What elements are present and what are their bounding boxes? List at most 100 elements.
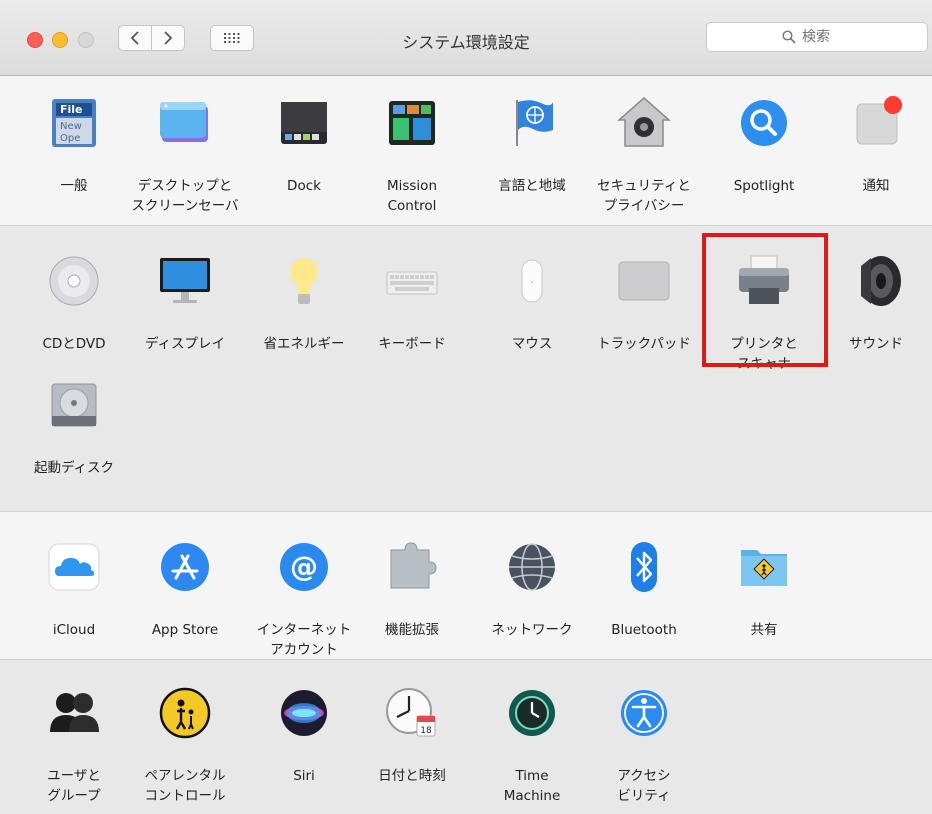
pane-label: ペアレンタル コントロール xyxy=(144,768,226,804)
keyboard-icon xyxy=(386,271,438,295)
svg-text:Ope: Ope xyxy=(60,133,80,144)
pane-dock[interactable]: Dock xyxy=(248,94,360,214)
globe-icon xyxy=(509,543,555,591)
clock-calendar-icon: 18 xyxy=(386,688,436,737)
siri-icon xyxy=(281,690,327,736)
search-icon xyxy=(782,30,796,44)
disc-icon xyxy=(49,256,99,306)
pane-label: 日付と時刻 xyxy=(378,768,446,784)
pane-label: 共有 xyxy=(750,622,778,638)
pane-label: マウス xyxy=(511,336,553,352)
internet-section: iCloud App Store @ インターネット アカウント 機能拡張 ネッ… xyxy=(0,511,932,659)
svg-text:@: @ xyxy=(290,550,318,583)
pane-label: Spotlight xyxy=(733,178,795,194)
svg-text:18: 18 xyxy=(420,726,432,736)
pane-energy-saver[interactable]: 省エネルギー xyxy=(248,252,360,372)
pane-desktop-screensaver[interactable]: デスクトップと スクリーンセーバ xyxy=(129,94,241,214)
pane-icloud[interactable]: iCloud xyxy=(18,538,130,658)
accessibility-icon xyxy=(621,690,667,736)
pane-label: 通知 xyxy=(862,178,890,194)
pane-label: Siri xyxy=(293,768,315,784)
pane-label: 一般 xyxy=(60,178,88,194)
pane-app-store[interactable]: App Store xyxy=(129,538,241,658)
pane-security-privacy[interactable]: セキュリティと プライバシー xyxy=(588,94,700,214)
magnifier-icon xyxy=(741,100,787,146)
pane-label: デスクトップと スクリーンセーバ xyxy=(131,178,239,214)
display-icon xyxy=(160,258,210,303)
search-field[interactable] xyxy=(706,22,928,52)
pane-label: Mission Control xyxy=(386,178,438,214)
pane-bluetooth[interactable]: Bluetooth xyxy=(588,538,700,658)
pane-label: 省エネルギー xyxy=(263,336,345,352)
pane-accessibility[interactable]: アクセシ ビリティ xyxy=(588,684,700,804)
pane-siri[interactable]: Siri xyxy=(248,684,360,804)
pane-spotlight[interactable]: Spotlight xyxy=(708,94,820,214)
pane-cd-dvd[interactable]: CDとDVD xyxy=(18,252,130,372)
pane-label: 言語と地域 xyxy=(498,178,566,194)
pane-extensions[interactable]: 機能拡張 xyxy=(356,538,468,658)
svg-text:New: New xyxy=(60,121,82,132)
folder-sign-icon xyxy=(741,550,787,586)
window-toolbar: システム環境設定 xyxy=(0,0,932,76)
lightbulb-icon xyxy=(290,258,318,304)
pane-label: セキュリティと プライバシー xyxy=(597,178,691,214)
pane-label: ディスプレイ xyxy=(144,336,226,352)
pane-sound[interactable]: サウンド xyxy=(820,252,932,372)
pane-label: アクセシ ビリティ xyxy=(617,768,671,804)
pane-label: トラックパッド xyxy=(597,336,691,352)
puzzle-icon xyxy=(390,542,437,589)
bluetooth-icon xyxy=(631,542,657,592)
pane-label: CDとDVD xyxy=(42,336,106,352)
cloud-icon xyxy=(48,543,100,591)
pane-mouse[interactable]: マウス xyxy=(476,252,588,372)
system-section: ユーザと グループ ペアレンタル コントロール Siri 18 日付と時刻 Ti… xyxy=(0,659,932,814)
pane-trackpad[interactable]: トラックパッド xyxy=(588,252,700,372)
pane-sharing[interactable]: 共有 xyxy=(708,538,820,658)
search-input[interactable] xyxy=(802,29,852,45)
pane-label: 機能拡張 xyxy=(385,622,439,638)
pane-label: Dock xyxy=(287,178,321,194)
pane-label: Bluetooth xyxy=(611,622,677,638)
trackpad-icon xyxy=(618,261,670,301)
app-store-icon xyxy=(161,543,209,591)
pane-label: キーボード xyxy=(378,336,446,352)
pane-label: 起動ディスク xyxy=(33,460,115,476)
desktop-icon xyxy=(160,102,208,142)
pane-date-time[interactable]: 18 日付と時刻 xyxy=(356,684,468,804)
notifications-icon xyxy=(856,96,902,145)
personal-section: File New Ope 一般 デスクトップと スクリーンセーバ Dock Mi… xyxy=(0,76,932,225)
pane-label: インターネット アカウント xyxy=(256,622,352,658)
hard-drive-icon xyxy=(51,383,97,427)
pane-label: ネットワーク xyxy=(491,622,573,638)
at-sign-icon: @ xyxy=(280,543,328,591)
pane-language-region[interactable]: 言語と地域 xyxy=(476,94,588,214)
users-icon xyxy=(50,693,99,732)
pane-users-groups[interactable]: ユーザと グループ xyxy=(18,684,130,804)
pane-label: ユーザと グループ xyxy=(47,768,101,804)
pane-general[interactable]: File New Ope 一般 xyxy=(18,94,130,214)
pane-internet-accounts[interactable]: @ インターネット アカウント xyxy=(248,538,360,658)
pane-startup-disk[interactable]: 起動ディスク xyxy=(18,376,130,496)
highlight-box xyxy=(702,233,828,367)
pane-label: iCloud xyxy=(52,622,96,638)
mouse-icon xyxy=(521,259,543,303)
pane-keyboard[interactable]: キーボード xyxy=(356,252,468,372)
pane-parental-controls[interactable]: ペアレンタル コントロール xyxy=(129,684,241,804)
pane-mission-control[interactable]: Mission Control xyxy=(356,94,468,214)
mission-control-icon xyxy=(389,101,435,145)
parental-icon xyxy=(159,687,211,739)
svg-text:File: File xyxy=(60,103,83,116)
general-icon: File New Ope xyxy=(52,99,96,147)
speaker-icon xyxy=(861,256,901,306)
dock-icon xyxy=(281,102,327,144)
pane-notifications[interactable]: 通知 xyxy=(820,94,932,214)
pane-time-machine[interactable]: Time Machine xyxy=(476,684,588,804)
pane-label: サウンド xyxy=(849,336,903,352)
pane-label: Time Machine xyxy=(503,768,561,804)
pane-displays[interactable]: ディスプレイ xyxy=(129,252,241,372)
house-lock-icon xyxy=(617,97,671,147)
time-machine-icon xyxy=(509,690,555,736)
flag-icon xyxy=(516,100,553,146)
pane-network[interactable]: ネットワーク xyxy=(476,538,588,658)
pane-label: App Store xyxy=(151,622,219,638)
